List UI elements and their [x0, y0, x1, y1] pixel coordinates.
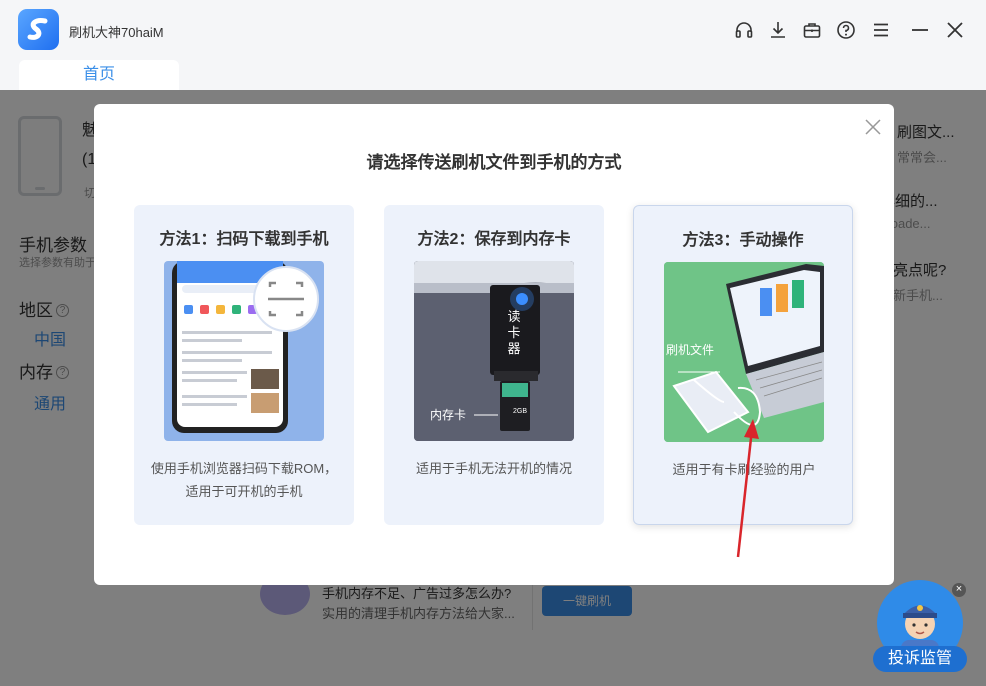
qr-phone-illustration: [164, 261, 324, 441]
app-logo-icon: [18, 9, 59, 50]
complaint-label[interactable]: 投诉监管: [873, 646, 967, 672]
file-label: 刷机文件: [666, 343, 715, 357]
dialog-close-icon[interactable]: [864, 118, 882, 136]
card-reader-illustration: 2GB 读卡器 内存卡: [414, 261, 574, 441]
option-description: 适用于手机无法开机的情况: [390, 457, 598, 480]
card-size-label: 2GB: [513, 408, 527, 415]
download-icon[interactable]: [766, 18, 790, 42]
headset-icon[interactable]: [732, 18, 756, 42]
tab-home[interactable]: 首页: [19, 60, 179, 90]
toolbox-icon[interactable]: [800, 18, 824, 42]
reader-label: 读卡器: [507, 309, 521, 356]
help-icon[interactable]: [834, 18, 858, 42]
option-title: 方法3：手动操作: [682, 232, 804, 249]
option-save-to-sd-card[interactable]: 方法2：保存到内存卡 2GB 读卡器 内存卡 适用于手机无法开机的情况: [384, 205, 604, 525]
menu-icon[interactable]: [869, 18, 893, 42]
option-desc-line: 适用于手机无法开机的情况: [415, 461, 572, 476]
annotation-arrow-icon: [736, 419, 759, 558]
option-description: 使用手机浏览器扫码下载ROM， 适用于可开机的手机: [140, 457, 348, 503]
minimize-icon[interactable]: [908, 18, 932, 42]
option-desc-line: 适用于可开机的手机: [185, 484, 303, 499]
sd-card-label: 内存卡: [430, 408, 467, 422]
app-title: 刷机大神70haiM: [69, 25, 164, 40]
dialog-title: 请选择传送刷机文件到手机的方式: [366, 153, 622, 172]
complaint-close-button[interactable]: ×: [952, 583, 966, 597]
option-title: 方法1：扫码下载到手机: [159, 231, 329, 248]
option-qr-download[interactable]: 方法1：扫码下载到手机 使用手机浏览器扫码下载ROM， 适用于可开机的手机: [134, 205, 354, 525]
option-title: 方法2：保存到内存卡: [417, 231, 571, 248]
option-desc-line: 使用手机浏览器扫码下载ROM，: [150, 461, 338, 476]
close-icon[interactable]: [943, 18, 967, 42]
transfer-method-dialog: 请选择传送刷机文件到手机的方式 方法1：扫码下载到手机 使用手机浏览器扫码下载R…: [94, 104, 894, 585]
